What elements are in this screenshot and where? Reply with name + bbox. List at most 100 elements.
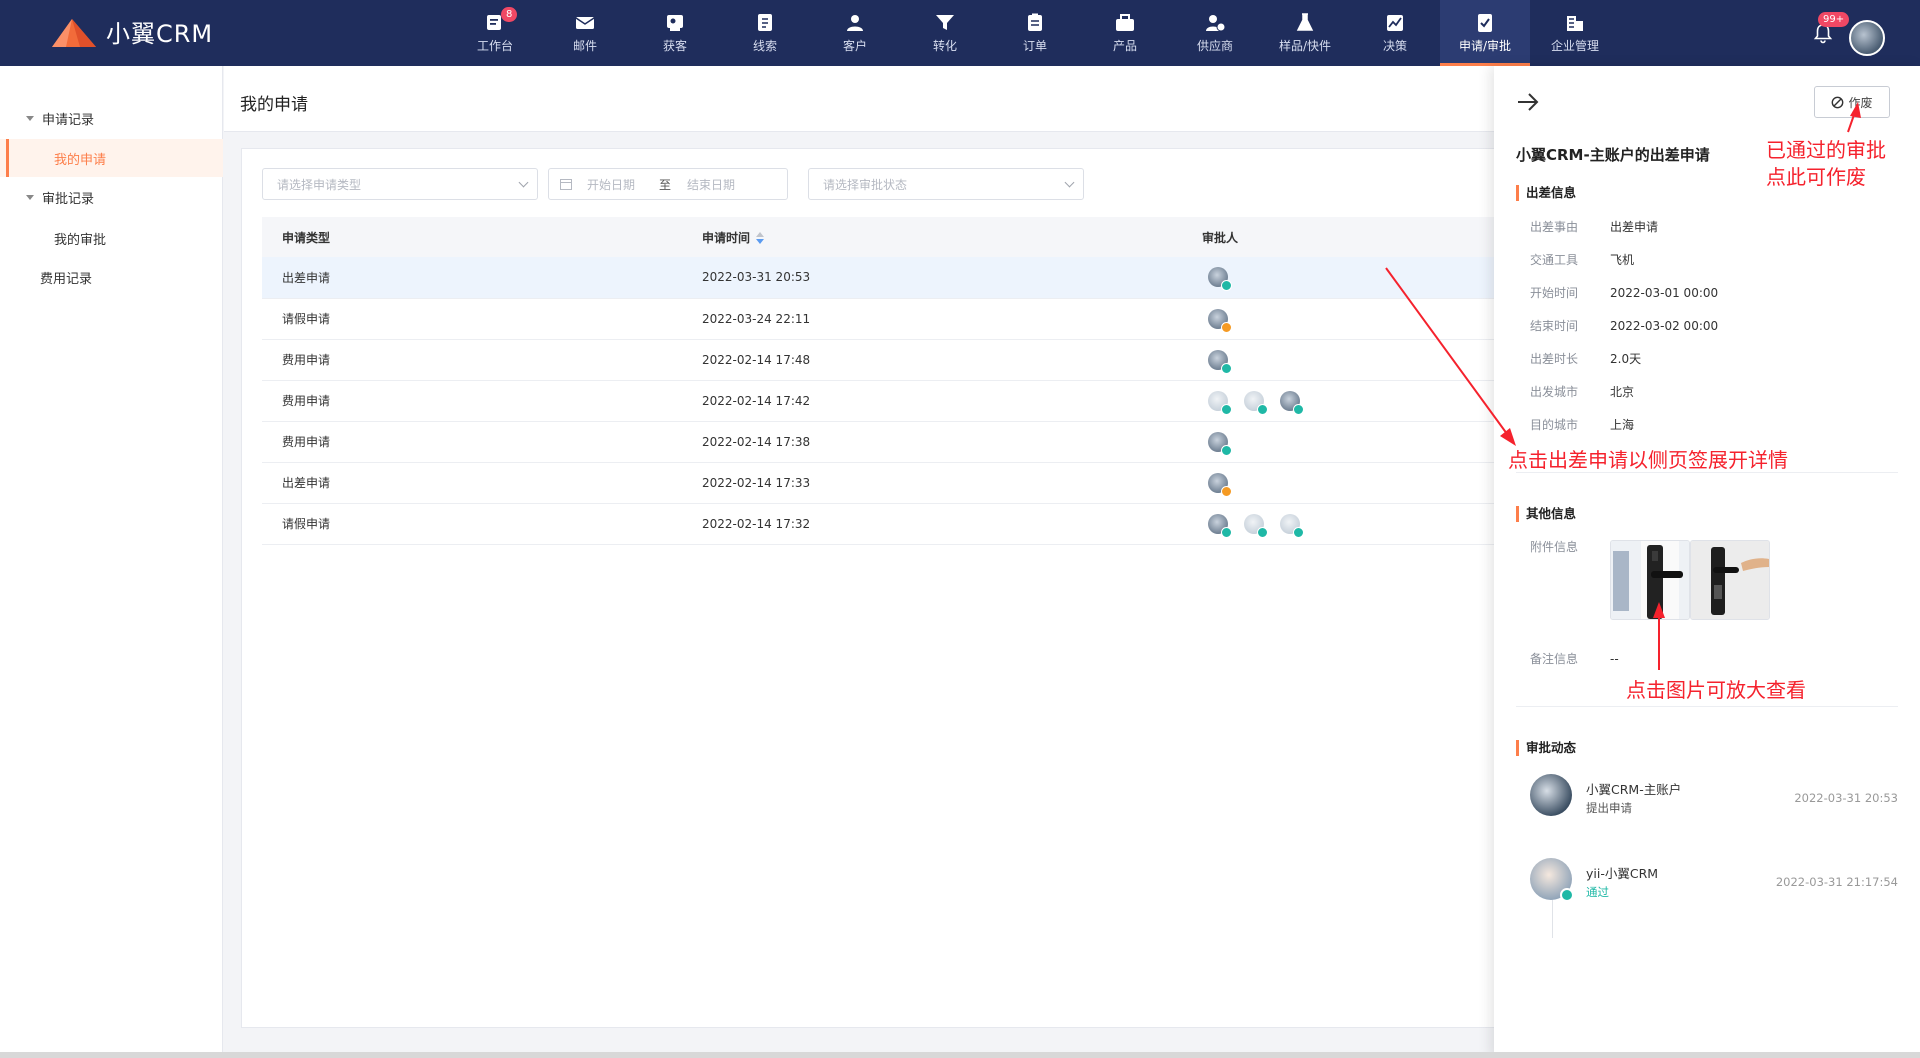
sidebar-group-applications[interactable]: 申请记录: [0, 102, 223, 134]
detail-drawer: 作废 小翼CRM-主账户的出差申请 出差信息 出差事由 出差申请 交通工具 飞机 开始时…: [1494, 66, 1920, 1058]
timeline-avatar: [1530, 858, 1574, 902]
horizontal-scrollbar[interactable]: [0, 1052, 1920, 1058]
nav-item-12[interactable]: 申请/审批: [1440, 0, 1530, 66]
attachment-image-2[interactable]: [1690, 540, 1770, 620]
drawer-title: 小翼CRM-主账户的出差申请: [1516, 146, 1710, 164]
nav-item-10[interactable]: 样品/快件: [1260, 0, 1350, 66]
approver-avatar[interactable]: [1208, 513, 1232, 538]
cell-approvers: [1182, 339, 1502, 381]
table-row[interactable]: 费用申请 2022-02-14 17:38: [262, 421, 1502, 463]
approver-avatar[interactable]: [1208, 431, 1232, 456]
sidebar-item-my-applications[interactable]: 我的申请: [0, 139, 223, 177]
field-label: 目的城市: [1530, 418, 1579, 432]
approved-check-icon: [1293, 403, 1304, 415]
acquire-icon: [664, 13, 686, 33]
sidebar-group-approvals[interactable]: 审批记录: [0, 181, 223, 213]
approved-check-icon: [1257, 526, 1268, 538]
cell-approvers: [1182, 421, 1502, 463]
sample-icon: [1294, 13, 1316, 33]
field-value: 2022-03-02 00:00: [1610, 319, 1719, 333]
status-select[interactable]: 请选择审批状态: [808, 168, 1084, 200]
nav-item-11[interactable]: 决策: [1350, 0, 1440, 66]
nav-item-label: 线索: [752, 38, 777, 53]
timeline-name: yii-小翼CRM: [1586, 866, 1659, 881]
status-select-placeholder: 请选择审批状态: [823, 177, 908, 192]
table-row[interactable]: 出差申请 2022-03-31 20:53: [262, 257, 1502, 299]
sidebar-group-label: 审批记录: [42, 191, 95, 207]
nav-item-7[interactable]: 订单: [990, 0, 1080, 66]
approver-avatar[interactable]: [1208, 390, 1232, 415]
nav-item-6[interactable]: 转化: [900, 0, 990, 66]
approver-avatar[interactable]: [1208, 349, 1232, 374]
sidebar-item-expense-records[interactable]: 费用记录: [0, 258, 223, 296]
cell-time: 2022-03-31 20:53: [682, 257, 1182, 299]
table-row[interactable]: 请假申请 2022-03-24 22:11: [262, 298, 1502, 340]
cell-type: 费用申请: [262, 339, 682, 381]
cell-time: 2022-02-14 17:33: [682, 462, 1182, 504]
field-value: 飞机: [1610, 253, 1635, 267]
sort-icon[interactable]: [756, 232, 765, 244]
nav-item-9[interactable]: 供应商: [1170, 0, 1260, 66]
nav-item-3[interactable]: 获客: [630, 0, 720, 66]
nav-item-5[interactable]: 客户: [810, 0, 900, 66]
approver-avatar[interactable]: [1208, 308, 1232, 333]
table-row[interactable]: 费用申请 2022-02-14 17:48: [262, 339, 1502, 381]
nav-item-label: 样品/快件: [1278, 38, 1332, 53]
sidebar-item-label: 我的审批: [54, 232, 107, 248]
nav-item-label: 订单: [1022, 38, 1047, 53]
nav-item-8[interactable]: 产品: [1080, 0, 1170, 66]
field-value: 2.0天: [1610, 352, 1642, 366]
divider: [1516, 706, 1898, 707]
nav-item-label: 申请/审批: [1458, 38, 1512, 53]
brand-logo[interactable]: 小翼CRM: [50, 14, 213, 49]
type-select[interactable]: 请选择申请类型: [262, 168, 538, 200]
nav-item-4[interactable]: 线索: [720, 0, 810, 66]
attachment-label: 附件信息: [1530, 540, 1579, 554]
chevron-down-icon: [1064, 177, 1075, 188]
approver-avatar[interactable]: [1280, 513, 1304, 538]
table-row[interactable]: 请假申请 2022-02-14 17:32: [262, 503, 1502, 545]
void-button-label: 作废: [1848, 95, 1873, 110]
remark-label: 备注信息: [1530, 652, 1579, 666]
cell-approvers: [1182, 298, 1502, 340]
nav-item-13[interactable]: 企业管理: [1530, 0, 1620, 66]
nav-item-1[interactable]: 工作台 8: [450, 0, 540, 66]
cell-time: 2022-02-14 17:38: [682, 421, 1182, 463]
table-row[interactable]: 出差申请 2022-02-14 17:33: [262, 462, 1502, 504]
left-sidebar: 申请记录 我的申请 审批记录 我的审批 费用记录: [0, 66, 223, 1058]
cell-time: 2022-02-14 17:32: [682, 503, 1182, 545]
void-button[interactable]: 作废: [1814, 86, 1890, 118]
cell-approvers: [1182, 257, 1502, 299]
nav-item-label: 工作台: [476, 38, 513, 53]
sidebar-item-my-approvals[interactable]: 我的审批: [0, 219, 223, 257]
order-icon: [1024, 13, 1046, 33]
approver-avatar[interactable]: [1244, 390, 1268, 415]
sidebar-group-label: 申请记录: [42, 112, 95, 128]
approver-avatar[interactable]: [1280, 390, 1304, 415]
annotation-void-note-line2: 点此可作废: [1766, 165, 1866, 189]
field-label: 出发城市: [1530, 385, 1579, 399]
start-date-input[interactable]: 开始日期: [587, 176, 635, 193]
user-avatar[interactable]: [1849, 20, 1885, 56]
approver-avatar[interactable]: [1208, 267, 1232, 292]
column-header-type: 申请类型: [262, 217, 682, 257]
field-label: 开始时间: [1530, 286, 1579, 300]
cell-time: 2022-02-14 17:48: [682, 339, 1182, 381]
column-header-time[interactable]: 申请时间: [682, 217, 1182, 257]
nav-item-label: 决策: [1382, 38, 1407, 53]
table-row[interactable]: 费用申请 2022-02-14 17:42: [262, 380, 1502, 422]
cell-approvers: [1182, 462, 1502, 504]
chart-icon: [1384, 13, 1406, 33]
trip-field-row: 出差时长 2.0天: [1530, 350, 1641, 368]
attachment-image-1[interactable]: [1610, 540, 1690, 620]
nav-item-2[interactable]: 邮件: [540, 0, 630, 66]
timeline-time: 2022-03-31 20:53: [1794, 791, 1898, 805]
end-date-input[interactable]: 结束日期: [687, 176, 735, 193]
mail-icon: [574, 13, 596, 33]
date-range-picker[interactable]: 开始日期 至 结束日期: [548, 168, 788, 200]
close-arrow-icon[interactable]: [1516, 92, 1540, 112]
nav-item-label: 供应商: [1196, 38, 1233, 53]
approval-icon: [1474, 13, 1496, 33]
approver-avatar[interactable]: [1244, 513, 1268, 538]
approver-avatar[interactable]: [1208, 472, 1232, 497]
